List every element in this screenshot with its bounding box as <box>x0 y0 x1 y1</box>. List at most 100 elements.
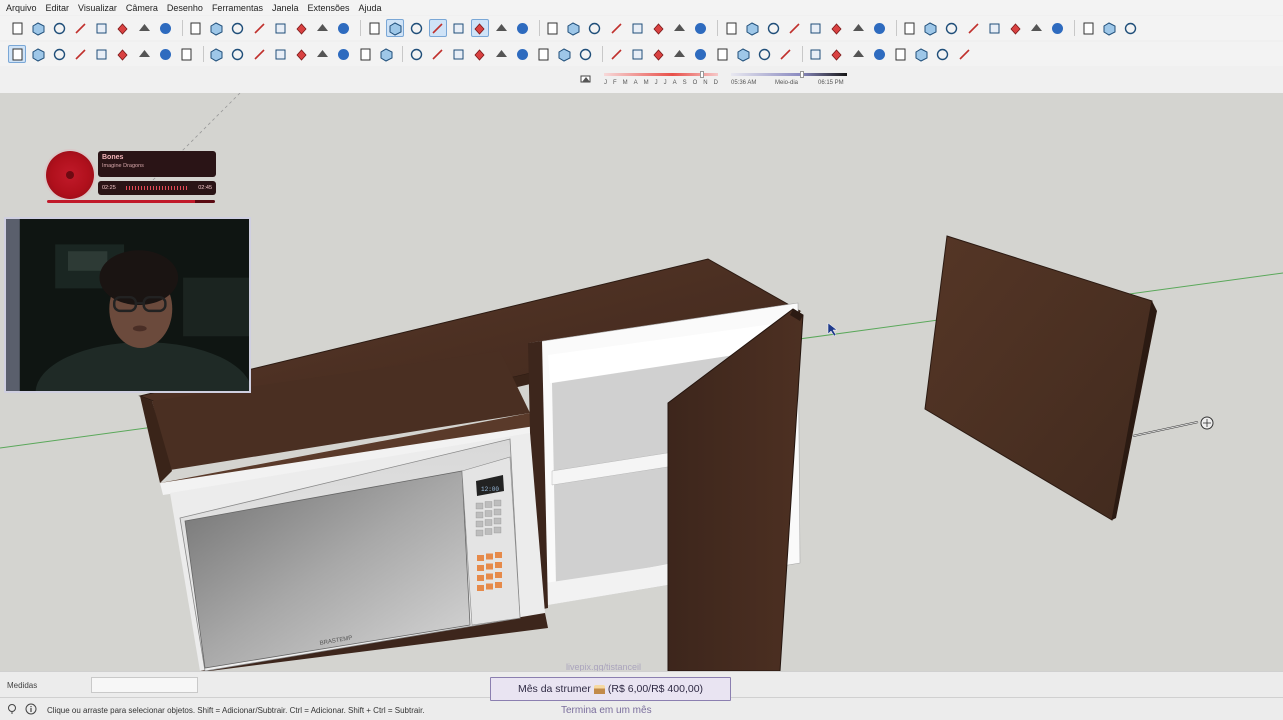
zoom-icon[interactable] <box>692 45 710 63</box>
tape-measure-icon[interactable] <box>450 45 468 63</box>
microwave-key[interactable] <box>493 517 502 525</box>
model-info-icon[interactable] <box>229 19 247 37</box>
shaded-icon[interactable] <box>470 19 489 37</box>
look-around-icon[interactable] <box>807 45 825 63</box>
microwave-orange-key[interactable] <box>486 563 493 570</box>
fog-icon[interactable] <box>1006 19 1024 37</box>
microwave-orange-key[interactable] <box>477 565 484 571</box>
orbit-icon[interactable] <box>649 45 667 63</box>
intersect-icon[interactable] <box>607 19 625 37</box>
two-point-arc-icon[interactable] <box>250 45 268 63</box>
menu-item-5[interactable]: Ferramentas <box>212 3 263 13</box>
circle-icon[interactable] <box>178 45 196 63</box>
microwave-orange-key[interactable] <box>477 585 484 591</box>
follow-me-icon[interactable] <box>377 45 395 63</box>
measurements-input[interactable] <box>91 677 198 693</box>
section-fill-icon[interactable] <box>628 45 646 63</box>
microwave-orange-key[interactable] <box>495 562 502 568</box>
erase-icon[interactable] <box>135 19 153 37</box>
components-icon[interactable] <box>922 19 940 37</box>
time-slider-thumb[interactable] <box>800 71 804 78</box>
microwave-orange-key[interactable] <box>495 552 502 558</box>
add-location-icon[interactable] <box>849 45 867 63</box>
copy-icon[interactable] <box>93 19 111 37</box>
back-edges-icon[interactable] <box>407 19 425 37</box>
warehouse-icon[interactable] <box>1049 19 1067 37</box>
line-icon[interactable] <box>93 45 111 63</box>
flip-edge-icon[interactable] <box>870 19 888 37</box>
split-icon[interactable] <box>722 19 740 37</box>
menu-item-7[interactable]: Extensões <box>308 3 350 13</box>
arc-icon[interactable] <box>229 45 247 63</box>
microwave-key[interactable] <box>475 511 484 519</box>
axes-icon[interactable] <box>535 45 553 63</box>
microwave-key[interactable] <box>484 519 493 526</box>
polygon-icon[interactable] <box>208 45 226 63</box>
microwave-orange-key[interactable] <box>486 553 493 560</box>
microwave-key[interactable] <box>475 529 484 537</box>
freehand-icon[interactable] <box>114 45 132 63</box>
menu-item-6[interactable]: Janela <box>272 3 299 13</box>
styles-icon[interactable] <box>901 19 919 37</box>
redo-icon[interactable] <box>187 19 205 37</box>
layout-icon[interactable] <box>955 45 973 63</box>
microwave-orange-key[interactable] <box>477 575 484 581</box>
scale-icon[interactable] <box>407 45 425 63</box>
microwave-orange-key[interactable] <box>477 555 484 561</box>
menu-item-3[interactable]: Câmera <box>126 3 158 13</box>
trim-icon[interactable] <box>692 19 710 37</box>
new-file-icon[interactable] <box>8 19 26 37</box>
menu-item-2[interactable]: Visualizar <box>78 3 117 13</box>
push-pull-icon[interactable] <box>544 19 562 37</box>
undo-icon[interactable] <box>156 19 174 37</box>
cut-icon[interactable] <box>72 19 90 37</box>
print-icon[interactable] <box>208 19 226 37</box>
menu-item-1[interactable]: Editar <box>46 3 70 13</box>
eraser-icon[interactable] <box>72 45 90 63</box>
shadows-icon[interactable] <box>985 19 1003 37</box>
time-slider[interactable] <box>731 73 847 76</box>
rotated-rectangle-icon[interactable] <box>156 45 174 63</box>
dynamic-component-icon[interactable] <box>934 45 952 63</box>
terrain-icon[interactable] <box>870 45 888 63</box>
menu-item-0[interactable]: Arquivo <box>6 3 37 13</box>
back-view-icon[interactable] <box>335 19 353 37</box>
subtract-icon[interactable] <box>671 19 689 37</box>
extension-warehouse-icon[interactable] <box>1079 19 1097 37</box>
previous-view-icon[interactable] <box>755 45 773 63</box>
xray-icon[interactable] <box>386 19 405 37</box>
microwave-key[interactable] <box>475 502 484 510</box>
info-icon[interactable] <box>25 703 37 715</box>
shaded-textures-icon[interactable] <box>492 19 510 37</box>
rectangle-icon[interactable] <box>135 45 153 63</box>
sandbox-from-contours-icon[interactable] <box>743 19 761 37</box>
walk-icon[interactable] <box>828 45 846 63</box>
offset-icon[interactable] <box>586 19 604 37</box>
paste-icon[interactable] <box>114 19 132 37</box>
follow-me-icon[interactable] <box>565 19 583 37</box>
outer-shell-icon[interactable] <box>628 19 646 37</box>
sandbox-from-scratch-icon[interactable] <box>764 19 782 37</box>
microwave-key[interactable] <box>493 508 502 516</box>
offset-icon[interactable] <box>429 45 447 63</box>
rotate-icon[interactable] <box>356 45 374 63</box>
scenes-icon[interactable] <box>964 19 982 37</box>
monochrome-icon[interactable] <box>513 19 531 37</box>
component-icon[interactable] <box>29 45 47 63</box>
union-icon[interactable] <box>649 19 667 37</box>
zoom-window-icon[interactable] <box>713 45 731 63</box>
hidden-line-icon[interactable] <box>450 19 468 37</box>
sandbox-icon[interactable] <box>913 45 931 63</box>
pie-icon[interactable] <box>292 45 310 63</box>
floating-wood-panel[interactable] <box>924 235 1153 521</box>
text-icon[interactable] <box>513 45 531 63</box>
drape-icon[interactable] <box>828 19 846 37</box>
stamp-icon[interactable] <box>807 19 825 37</box>
pan-icon[interactable] <box>671 45 689 63</box>
open-icon[interactable] <box>29 19 47 37</box>
microwave-orange-key[interactable] <box>486 573 493 580</box>
microwave-orange-key[interactable] <box>495 572 502 578</box>
microwave-orange-key[interactable] <box>486 583 493 590</box>
push-pull-icon[interactable] <box>335 45 353 63</box>
extension-manager-icon[interactable] <box>1100 19 1118 37</box>
